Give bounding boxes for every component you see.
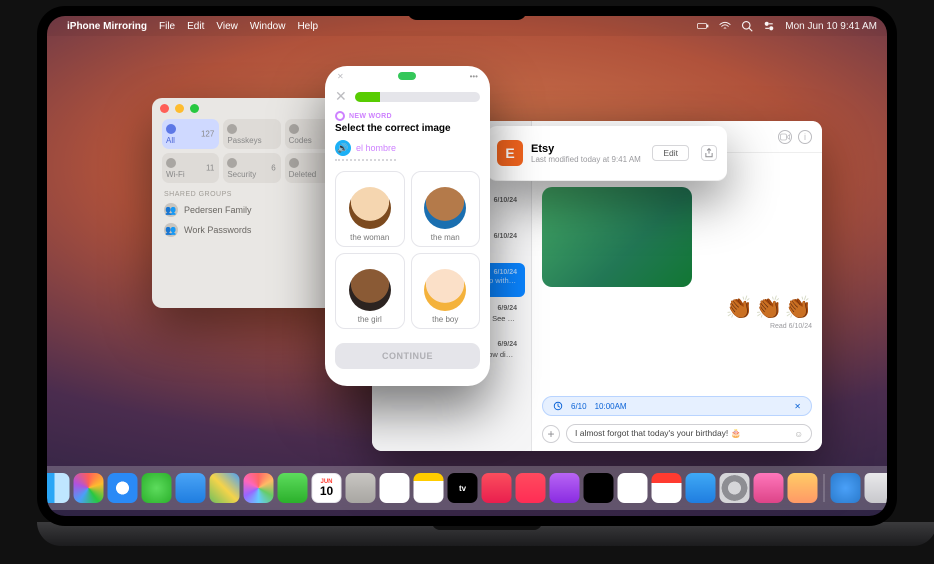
message-draft-text: I almost forgot that today's your birthd… (575, 428, 741, 439)
dock-app-settings[interactable] (720, 473, 750, 503)
lesson-prompt: Select the correct image (325, 123, 490, 134)
cancel-schedule-icon[interactable]: ✕ (794, 402, 801, 411)
menubar-app-name[interactable]: iPhone Mirroring (67, 21, 147, 32)
dock: JUN10 tv (47, 466, 887, 510)
dock-app-extra2[interactable] (788, 473, 818, 503)
dock-app-finder[interactable] (47, 473, 70, 503)
dock-app-music[interactable] (482, 473, 512, 503)
speaker-icon[interactable]: 🔊 (335, 140, 351, 156)
option-card-girl[interactable]: the girl (335, 253, 405, 329)
note-title: Etsy (531, 143, 644, 155)
share-icon[interactable] (701, 145, 717, 161)
clap-emoji: 👏🏾 (755, 295, 782, 321)
message-reactions: 👏🏾👏🏾👏🏾 (542, 295, 812, 321)
dock-app-calendar[interactable]: JUN10 (312, 473, 342, 503)
iphone-status-bar: ✕ ••• (325, 66, 490, 86)
dock-app-keynote[interactable] (618, 473, 648, 503)
emoji-picker-icon[interactable]: ☺ (794, 429, 803, 439)
battery-icon[interactable] (697, 20, 709, 32)
dock-app-extra1[interactable] (754, 473, 784, 503)
phrase-text: el hombre (356, 143, 396, 153)
passwords-tile-wifi[interactable]: Wi-Fi11 (162, 153, 219, 183)
dock-app-launchpad[interactable] (74, 473, 104, 503)
dock-app-safari[interactable] (108, 473, 138, 503)
read-receipt: Read 6/10/24 (542, 323, 812, 330)
dynamic-island-pill (398, 72, 416, 80)
passwords-group-work[interactable]: 👥Work Passwords (152, 220, 352, 240)
menu-window[interactable]: Window (250, 21, 286, 32)
iphone-mirroring-window: ✕ ••• ✕ NEW WORD Select the correct imag… (325, 66, 490, 386)
dock-app-facetime[interactable] (278, 473, 308, 503)
dock-app-appstore[interactable] (686, 473, 716, 503)
progress-bar (355, 92, 480, 102)
dock-app-contacts[interactable] (346, 473, 376, 503)
passwords-window: All127 Passkeys Codes Wi-Fi11 Security6 … (152, 98, 352, 308)
dock-app-messages[interactable] (142, 473, 172, 503)
menubar-clock[interactable]: Mon Jun 10 9:41 AM (785, 21, 877, 32)
message-image-attachment[interactable] (542, 187, 692, 287)
schedule-time: 10:00AM (595, 402, 627, 411)
display-notch (407, 6, 527, 20)
continue-button[interactable]: CONTINUE (335, 343, 480, 369)
facetime-video-icon[interactable] (778, 130, 792, 144)
duolingo-header: ✕ (325, 86, 490, 105)
control-center-icon[interactable] (763, 20, 775, 32)
clap-emoji: 👏🏾 (726, 295, 753, 321)
dock-app-photos[interactable] (244, 473, 274, 503)
dock-app-reminders[interactable] (380, 473, 410, 503)
dock-app-tv[interactable]: tv (448, 473, 478, 503)
close-lesson-icon[interactable]: ✕ (335, 88, 347, 105)
message-input[interactable]: I almost forgot that today's your birthd… (566, 424, 812, 443)
info-icon[interactable]: i (798, 130, 812, 144)
dock-app-notes[interactable] (414, 473, 444, 503)
macbook-frame: iPhone Mirroring File Edit View Window H… (37, 6, 897, 546)
menu-edit[interactable]: Edit (187, 21, 204, 32)
scheduled-send-bar[interactable]: 6/10 10:00AM ✕ (542, 396, 812, 416)
window-traffic-lights[interactable] (152, 98, 352, 119)
iphone-status-icons: ••• (470, 72, 478, 81)
option-card-woman[interactable]: the woman (335, 171, 405, 247)
dock-app-news[interactable] (516, 473, 546, 503)
schedule-date: 6/10 (571, 402, 587, 411)
menu-help[interactable]: Help (297, 21, 318, 32)
desktop: iPhone Mirroring File Edit View Window H… (47, 16, 887, 516)
passwords-tile-passkeys[interactable]: Passkeys (223, 119, 280, 149)
edit-button[interactable]: Edit (652, 145, 689, 161)
attach-button[interactable]: + (542, 425, 560, 443)
wifi-icon[interactable] (719, 20, 731, 32)
passwords-groups-header: SHARED GROUPS (152, 183, 352, 200)
menu-view[interactable]: View (216, 21, 238, 32)
spotlight-icon[interactable] (741, 20, 753, 32)
dock-app-numbers[interactable] (584, 473, 614, 503)
etsy-icon: E (497, 140, 523, 166)
clap-emoji: 👏🏾 (785, 295, 812, 321)
menu-file[interactable]: File (159, 21, 175, 32)
new-word-badge: NEW WORD (325, 105, 490, 123)
notes-header-card: E Etsy Last modified today at 9:41 AM Ed… (487, 126, 727, 181)
dock-app-mail[interactable] (176, 473, 206, 503)
option-card-man[interactable]: the man (411, 171, 481, 247)
close-icon[interactable]: ✕ (337, 72, 344, 81)
note-subtitle: Last modified today at 9:41 AM (531, 155, 644, 164)
screen-bezel: iPhone Mirroring File Edit View Window H… (37, 6, 897, 526)
dock-separator (824, 474, 825, 502)
dock-app-maps[interactable] (210, 473, 240, 503)
dock-downloads[interactable] (831, 473, 861, 503)
dock-app-podcasts[interactable] (550, 473, 580, 503)
passwords-group-family[interactable]: 👥Pedersen Family (152, 200, 352, 220)
dock-app-pages[interactable] (652, 473, 682, 503)
dock-trash[interactable] (865, 473, 888, 503)
phrase-row[interactable]: 🔊 el hombre (335, 140, 396, 161)
passwords-tile-security[interactable]: Security6 (223, 153, 280, 183)
passwords-tile-all[interactable]: All127 (162, 119, 219, 149)
clock-icon (553, 401, 563, 411)
option-card-boy[interactable]: the boy (411, 253, 481, 329)
